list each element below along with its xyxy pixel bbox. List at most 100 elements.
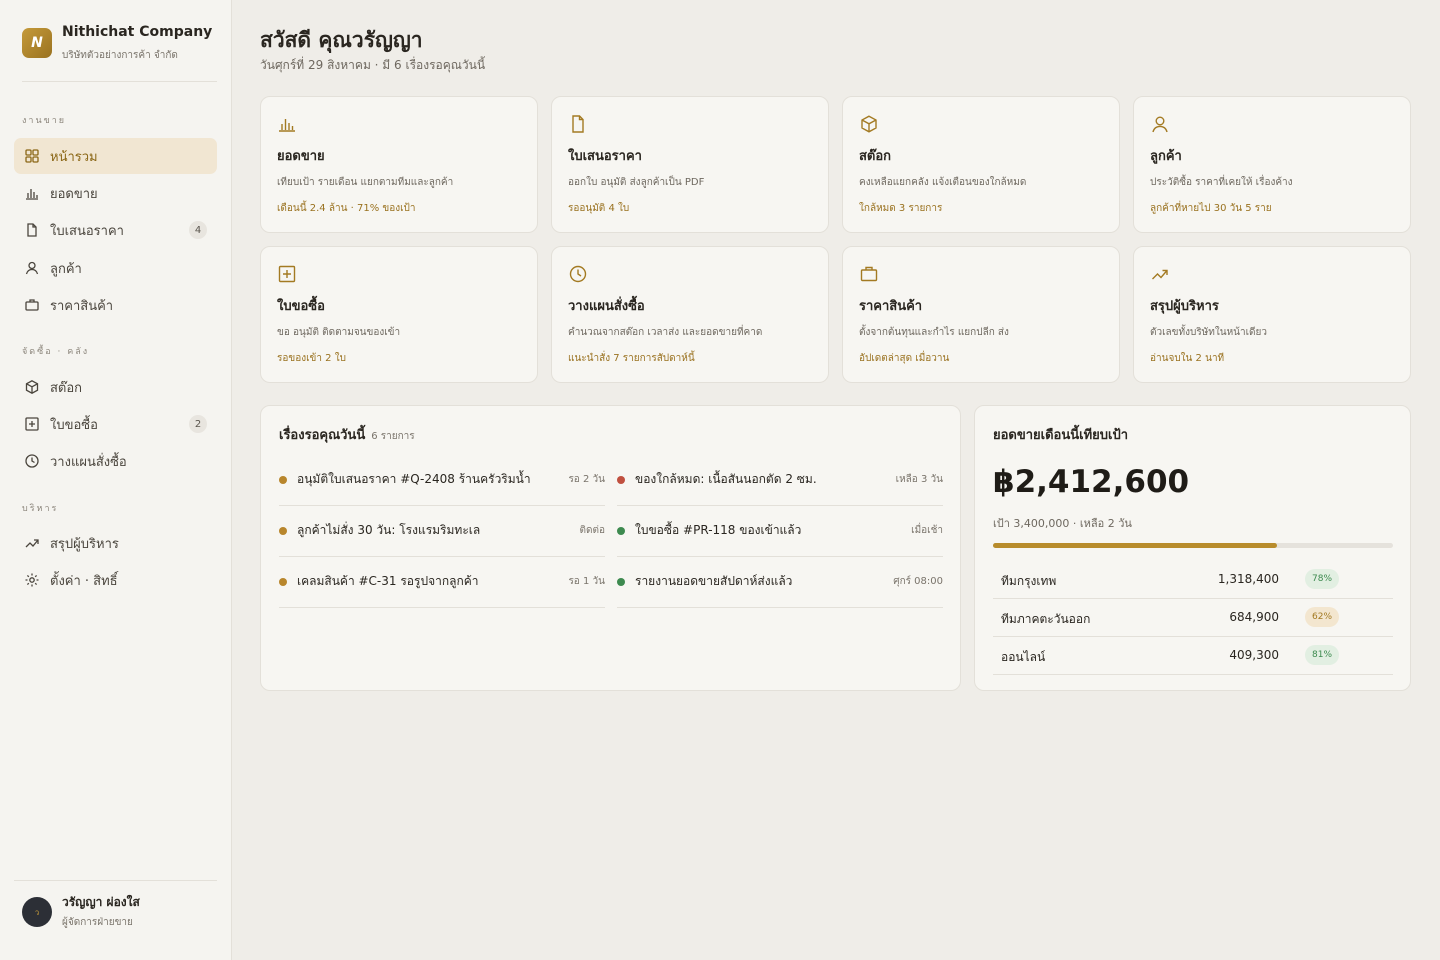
sidebar-item-overview[interactable]: หน้ารวม <box>14 138 217 174</box>
card-title: ลูกค้า <box>1150 149 1182 164</box>
user-icon <box>24 260 40 276</box>
briefcase-icon <box>24 297 40 313</box>
plus-square-icon <box>277 264 297 284</box>
card-description: คงเหลือแยกคลัง แจ้งเตือนของใกล้หมด <box>859 177 1027 188</box>
sidebar-item-label: ใบขอซื้อ <box>50 417 98 433</box>
sidebar-item-label: ราคาสินค้า <box>50 298 114 314</box>
sidebar-item-label: ลูกค้า <box>50 261 82 277</box>
user-role: ผู้จัดการฝ่ายขาย <box>62 917 133 928</box>
team-percent-badge: 78% <box>1305 569 1340 589</box>
task-item[interactable]: ของใกล้หมด: เนื้อสันนอกตัด 2 ซม. เหลือ 3… <box>617 454 943 506</box>
purchase-requests-count-badge: 2 <box>189 415 207 433</box>
company-name: Nithichat Company <box>62 24 213 40</box>
team-row[interactable]: ทีมกรุงเทพ 1,318,400 78% <box>993 561 1393 599</box>
sidebar-item-pricing[interactable]: ราคาสินค้า <box>14 287 217 323</box>
clock-icon <box>568 264 588 284</box>
sidebar-item-settings[interactable]: ตั้งค่า · สิทธิ์ <box>14 562 217 598</box>
card-pricing[interactable]: ราคาสินค้า ตั้งจากต้นทุนและกำไร แยกปลีก … <box>842 246 1120 383</box>
task-item[interactable]: ใบขอซื้อ #PR-118 ของเข้าแล้ว เมื่อเช้า <box>617 505 943 557</box>
trend-icon <box>24 535 40 551</box>
card-note: เดือนนี้ 2.4 ล้าน · 71% ของเป้า <box>277 203 416 214</box>
card-note: อ่านจบใน 2 นาที <box>1150 353 1225 364</box>
task-meta: เหลือ 3 วัน <box>895 474 943 485</box>
user-name: วรัญญา ผ่องใส <box>62 895 140 909</box>
sidebar-item-customers[interactable]: ลูกค้า <box>14 250 217 286</box>
sidebar-item-order-planning[interactable]: วางแผนสั่งซื้อ <box>14 443 217 479</box>
task-text: ลูกค้าไม่สั่ง 30 วัน: โรงแรมริมทะเล <box>297 523 481 537</box>
card-title: วางแผนสั่งซื้อ <box>568 299 645 314</box>
trend-icon <box>1150 264 1170 284</box>
card-description: ตัวเลขทั้งบริษัทในหน้าเดียว <box>1150 327 1268 338</box>
card-description: เทียบเป้า รายเดือน แยกตามทีมและลูกค้า <box>277 177 454 188</box>
company-brand[interactable]: N Nithichat Company บริษัทตัวอย่างการค้า… <box>22 24 217 82</box>
task-meta: รอ 1 วัน <box>568 576 605 587</box>
sidebar-item-label: สรุปผู้บริหาร <box>50 536 119 552</box>
card-executive-summary[interactable]: สรุปผู้บริหาร ตัวเลขทั้งบริษัทในหน้าเดีย… <box>1133 246 1411 383</box>
card-note: รอของเข้า 2 ใบ <box>277 353 346 364</box>
sales-progress-fill <box>993 543 1277 548</box>
tasks-panel-title: เรื่องรอคุณวันนี้ 6 รายการ <box>279 424 415 445</box>
bar-chart-icon <box>24 185 40 201</box>
sidebar-item-quotations[interactable]: ใบเสนอราคา 4 <box>14 212 217 248</box>
card-description: ตั้งจากต้นทุนและกำไร แยกปลีก ส่ง <box>859 327 1009 338</box>
sidebar-item-label: สต๊อก <box>50 380 83 396</box>
task-item[interactable]: ลูกค้าไม่สั่ง 30 วัน: โรงแรมริมทะเล ติดต… <box>279 505 605 557</box>
task-meta: ติดต่อ <box>579 525 606 536</box>
page-title: สวัสดี คุณวรัญญา <box>260 28 423 52</box>
card-title: สต๊อก <box>859 149 892 164</box>
section-label-purchasing: จัดซื้อ · คลัง <box>22 347 90 357</box>
card-description: ขอ อนุมัติ ติดตามจนของเข้า <box>277 327 401 338</box>
sidebar-item-purchase-requests[interactable]: ใบขอซื้อ 2 <box>14 406 217 442</box>
card-description: ประวัติซื้อ ราคาที่เคยให้ เรื่องค้าง <box>1150 177 1293 188</box>
status-dot <box>617 526 625 535</box>
team-value: 684,900 <box>1229 610 1279 624</box>
card-description: ออกใบ อนุมัติ ส่งลูกค้าเป็น PDF <box>568 177 705 188</box>
clock-icon <box>24 453 40 469</box>
card-title: ยอดขาย <box>277 149 325 164</box>
sales-target-line: เป้า 3,400,000 · เหลือ 2 วัน <box>993 517 1132 530</box>
team-percent-badge: 81% <box>1305 645 1340 665</box>
team-row[interactable]: ออนไลน์ 409,300 81% <box>993 637 1393 675</box>
avatar: ว <box>22 897 52 927</box>
status-dot <box>279 475 287 484</box>
grid-icon <box>24 148 40 164</box>
task-item[interactable]: เคลมสินค้า #C-31 รอรูปจากลูกค้า รอ 1 วัน <box>279 556 605 608</box>
status-dot <box>617 475 625 484</box>
task-item[interactable]: อนุมัติใบเสนอราคา #Q-2408 ร้านครัวริมน้ำ… <box>279 454 605 506</box>
card-title: สรุปผู้บริหาร <box>1150 299 1219 314</box>
card-description: คำนวณจากสต๊อก เวลาส่ง และยอดขายที่คาด <box>568 327 763 338</box>
sidebar-item-stock[interactable]: สต๊อก <box>14 369 217 405</box>
team-row[interactable]: ทีมภาคตะวันออก 684,900 62% <box>993 599 1393 637</box>
sales-amount: ฿2,412,600 <box>993 464 1190 500</box>
status-dot <box>617 577 625 586</box>
tasks-panel: เรื่องรอคุณวันนี้ 6 รายการ อนุมัติใบเสนอร… <box>260 405 961 691</box>
document-icon <box>24 222 40 238</box>
team-name: ทีมภาคตะวันออก <box>1001 612 1091 626</box>
box-icon <box>859 114 879 134</box>
sidebar-item-sales[interactable]: ยอดขาย <box>14 175 217 211</box>
status-dot <box>279 577 287 586</box>
sidebar-item-label: ยอดขาย <box>50 186 98 202</box>
card-quotations[interactable]: ใบเสนอราคา ออกใบ อนุมัติ ส่งลูกค้าเป็น P… <box>551 96 829 233</box>
card-title: ใบเสนอราคา <box>568 149 642 164</box>
card-sales[interactable]: ยอดขาย เทียบเป้า รายเดือน แยกตามทีมและลู… <box>260 96 538 233</box>
team-value: 1,318,400 <box>1217 572 1279 586</box>
card-purchase-requests[interactable]: ใบขอซื้อ ขอ อนุมัติ ติดตามจนของเข้า รอขอ… <box>260 246 538 383</box>
task-item[interactable]: รายงานยอดขายสัปดาห์ส่งแล้ว ศุกร์ 08:00 <box>617 556 943 608</box>
sidebar-item-executive-summary[interactable]: สรุปผู้บริหาร <box>14 525 217 561</box>
user-profile[interactable]: ว วรัญญา ผ่องใส ผู้จัดการฝ่ายขาย <box>14 880 217 940</box>
task-text: ของใกล้หมด: เนื้อสันนอกตัด 2 ซม. <box>635 472 817 486</box>
sidebar-item-label: ใบเสนอราคา <box>50 223 124 239</box>
card-order-planning[interactable]: วางแผนสั่งซื้อ คำนวณจากสต๊อก เวลาส่ง และ… <box>551 246 829 383</box>
card-note: อัปเดตล่าสุด เมื่อวาน <box>859 353 950 364</box>
document-icon <box>568 114 588 134</box>
card-stock[interactable]: สต๊อก คงเหลือแยกคลัง แจ้งเตือนของใกล้หมด… <box>842 96 1120 233</box>
card-note: ใกล้หมด 3 รายการ <box>859 203 943 214</box>
team-value: 409,300 <box>1229 648 1279 662</box>
tasks-count: 6 รายการ <box>371 431 415 442</box>
sales-progress-bar <box>993 543 1393 548</box>
quotations-count-badge: 4 <box>189 221 207 239</box>
card-customers[interactable]: ลูกค้า ประวัติซื้อ ราคาที่เคยให้ เรื่องค… <box>1133 96 1411 233</box>
task-text: ใบขอซื้อ #PR-118 ของเข้าแล้ว <box>635 523 802 537</box>
team-name: ออนไลน์ <box>1001 650 1046 664</box>
